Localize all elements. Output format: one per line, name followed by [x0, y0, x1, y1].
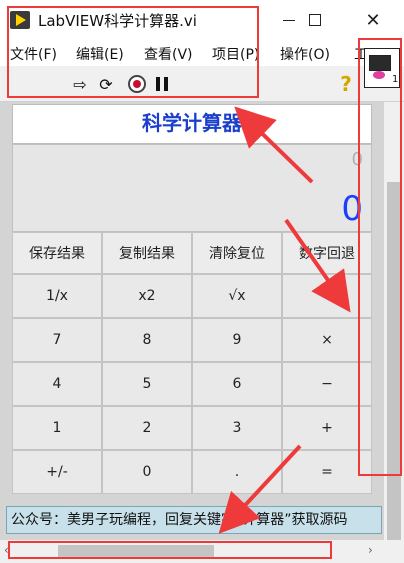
- digit-3-button[interactable]: 3: [192, 406, 282, 450]
- digit-7-button[interactable]: 7: [12, 318, 102, 362]
- digit-5-button[interactable]: 5: [102, 362, 192, 406]
- digit-1-button[interactable]: 1: [12, 406, 102, 450]
- maximize-icon: [309, 14, 321, 26]
- reciprocal-button[interactable]: 1/x: [12, 274, 102, 318]
- context-help-icon[interactable]: ?: [336, 72, 356, 96]
- save-result-button[interactable]: 保存结果: [12, 232, 102, 274]
- front-panel: 科学计算器 0 0 保存结果 复制结果 清除复位 数字回退 1/x x2 √x …: [0, 102, 384, 540]
- digit-6-button[interactable]: 6: [192, 362, 282, 406]
- negate-button[interactable]: +/-: [12, 450, 102, 494]
- close-icon: ✕: [365, 9, 381, 31]
- clear-reset-button[interactable]: 清除复位: [192, 232, 282, 274]
- footer-notice: 公众号：美男子玩编程，回复关键字“计算器”获取源码: [6, 506, 382, 534]
- close-button[interactable]: ✕: [350, 0, 396, 40]
- copy-result-button[interactable]: 复制结果: [102, 232, 192, 274]
- digit-8-button[interactable]: 8: [102, 318, 192, 362]
- keypad: 保存结果 复制结果 清除复位 数字回退 1/x x2 √x ÷ 7 8 9 × …: [12, 232, 372, 494]
- sqrt-button[interactable]: √x: [192, 274, 282, 318]
- scroll-right-icon[interactable]: ›: [368, 543, 373, 557]
- digit-9-button[interactable]: 9: [192, 318, 282, 362]
- maximize-button[interactable]: [292, 0, 338, 40]
- calculator-display: 0 0: [12, 144, 372, 232]
- digit-0-button[interactable]: 0: [102, 450, 192, 494]
- calculator-title: 科学计算器: [12, 104, 372, 144]
- annotation-box-hscroll: [8, 541, 332, 559]
- digit-2-button[interactable]: 2: [102, 406, 192, 450]
- menu-operate[interactable]: 操作(O): [280, 44, 330, 64]
- square-button[interactable]: x2: [102, 274, 192, 318]
- annotation-box-scrollbar: [358, 38, 402, 476]
- annotation-box-titlebar: [7, 6, 259, 98]
- digit-4-button[interactable]: 4: [12, 362, 102, 406]
- decimal-point-button[interactable]: .: [192, 450, 282, 494]
